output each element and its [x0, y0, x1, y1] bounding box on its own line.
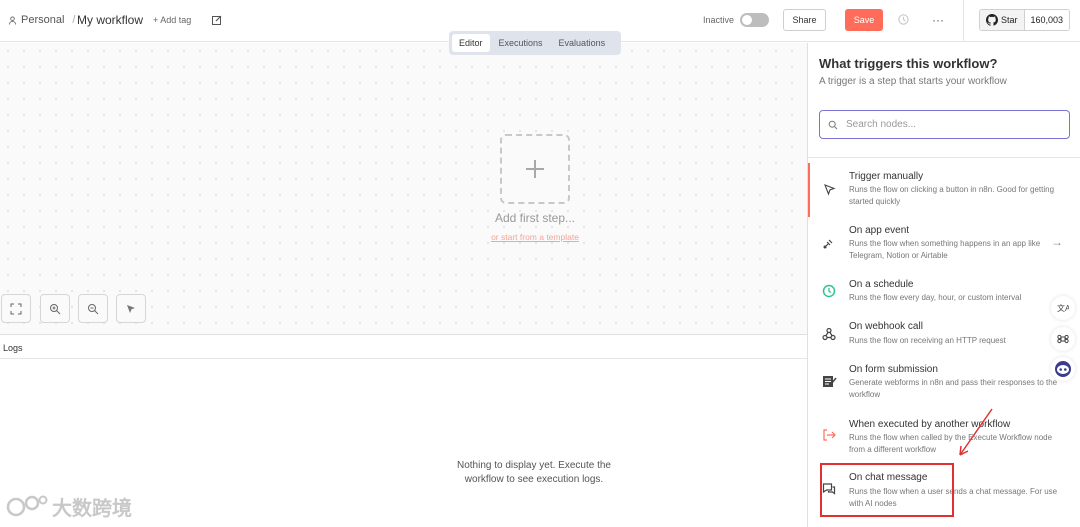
zoom-in-button[interactable] [40, 294, 70, 323]
edit-icon[interactable] [211, 14, 223, 26]
activation-status-label: Inactive [703, 15, 735, 25]
watermark: 大数跨境 [6, 492, 132, 521]
trigger-selector-panel: What triggers this workflow? A trigger i… [807, 43, 1080, 527]
trigger-option-title: On app event [849, 225, 910, 236]
save-button[interactable]: Save [845, 9, 883, 31]
fit-view-button[interactable] [1, 294, 31, 323]
logs-header[interactable]: Logs [0, 334, 807, 359]
form-icon [821, 373, 837, 389]
search-nodes-input[interactable] [846, 119, 1046, 130]
svg-text:文A: 文A [1057, 303, 1069, 313]
breadcrumb-project[interactable]: Personal [21, 14, 64, 26]
toggle-knob [742, 15, 752, 25]
breadcrumb[interactable]: Personal / [8, 14, 79, 26]
trigger-option-description: Runs the flow every day, hour, or custom… [849, 293, 1022, 302]
github-star-label: Star [1001, 15, 1018, 25]
tab-evaluations[interactable]: Evaluations [552, 34, 613, 52]
translate-icon[interactable]: 文A [1051, 296, 1075, 320]
header-divider [963, 0, 964, 42]
trigger-option-title: On webhook call [849, 321, 923, 332]
search-nodes-field[interactable] [819, 110, 1070, 139]
sign-in-icon [821, 427, 837, 443]
panel-title: What triggers this workflow? [819, 56, 998, 71]
arrow-right-icon: → [1051, 235, 1063, 249]
trigger-option-description: Runs the flow when something happens in … [849, 239, 1041, 260]
history-icon[interactable] [897, 13, 910, 26]
share-button[interactable]: Share [783, 9, 826, 31]
add-first-step-button[interactable] [500, 134, 570, 204]
satellite-icon [821, 235, 837, 251]
start-from-template-link[interactable]: or start from a template [466, 232, 604, 242]
tidy-up-button[interactable] [116, 294, 146, 323]
trigger-option-description: Runs the flow on receiving an HTTP reque… [849, 336, 1006, 345]
annotation-arrow [959, 408, 993, 456]
logs-empty-message: Nothing to display yet. Execute the work… [434, 459, 634, 487]
assistant-bot-icon[interactable] [1051, 357, 1075, 381]
workflow-title[interactable]: My workflow [77, 13, 143, 27]
zoom-out-icon [88, 303, 99, 314]
github-star-widget[interactable]: Star 160,003 [979, 9, 1071, 31]
github-star-button[interactable]: Star [980, 10, 1025, 30]
add-first-step-label: Add first step... [494, 211, 576, 225]
panel-subtitle: A trigger is a step that starts your wor… [819, 76, 1007, 87]
trigger-option-description: Runs the flow on clicking a button in n8… [849, 185, 1055, 206]
fit-view-icon [10, 303, 22, 314]
add-tag-button[interactable]: + Add tag [153, 15, 191, 25]
cursor-icon [821, 181, 837, 197]
tab-editor[interactable]: Editor [452, 34, 490, 52]
trigger-option-title: Trigger manually [849, 171, 924, 182]
watermark-logo [6, 495, 48, 516]
watermark-text: 大数跨境 [52, 498, 132, 520]
search-icon [828, 120, 838, 129]
tab-executions[interactable]: Executions [492, 34, 550, 52]
trigger-option-description: Generate webforms in n8n and pass their … [849, 378, 1058, 399]
panel-divider [808, 157, 1080, 158]
logs-empty-line-1: Nothing to display yet. Execute the [457, 460, 611, 471]
pointer-icon [127, 304, 135, 313]
logs-title: Logs [3, 343, 23, 353]
zoom-in-icon [50, 303, 61, 314]
clock-icon [821, 283, 837, 299]
webhook-icon [821, 326, 837, 342]
view-tabs: Editor Executions Evaluations [449, 31, 621, 55]
workflow-canvas[interactable]: Add first step... or start from a templa… [0, 43, 807, 334]
github-icon [986, 14, 998, 26]
trigger-option-title: On form submission [849, 364, 938, 375]
more-options-button[interactable]: ··· [932, 13, 944, 27]
activation-toggle[interactable] [740, 13, 769, 27]
breadcrumb-separator: / [72, 14, 76, 26]
logs-empty-line-2: workflow to see execution logs. [464, 474, 604, 485]
annotation-highlight-box [820, 463, 954, 517]
github-star-count[interactable]: 160,003 [1024, 10, 1070, 30]
plus-icon [526, 160, 544, 178]
trigger-option-title: On a schedule [849, 279, 914, 290]
command-icon[interactable] [1051, 327, 1075, 351]
user-icon [8, 15, 17, 25]
zoom-out-button[interactable] [78, 294, 108, 323]
